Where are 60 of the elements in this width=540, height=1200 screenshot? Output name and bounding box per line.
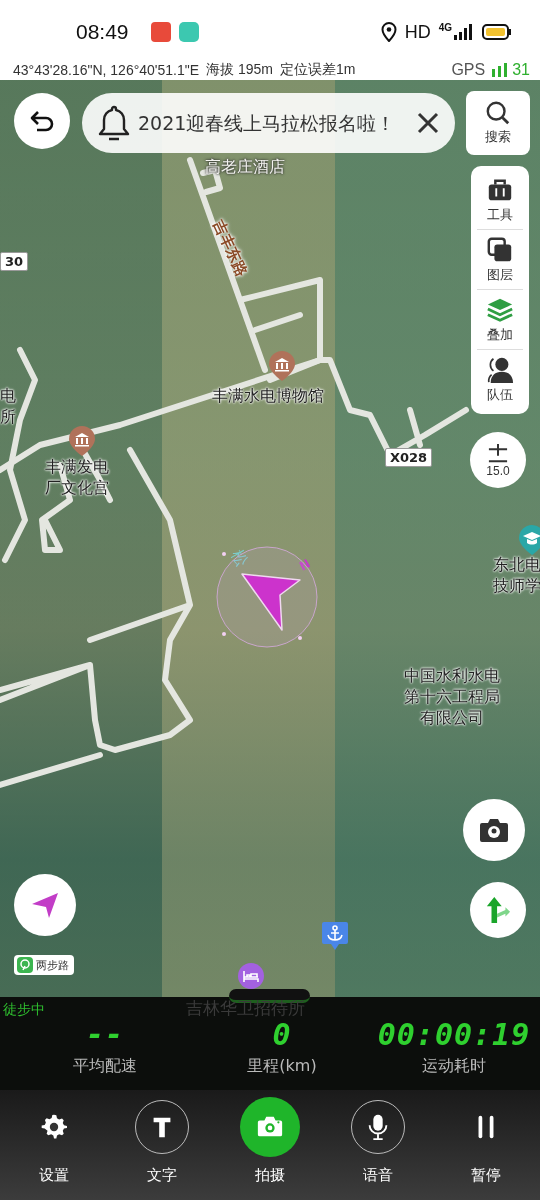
back-icon (29, 110, 55, 132)
person-icon (486, 356, 514, 384)
map-label: 中国水利水电 第十六工程局 有限公司 (404, 665, 500, 728)
zoom-button[interactable]: 15.0 (470, 432, 526, 488)
back-button[interactable] (14, 93, 70, 149)
search-icon (485, 100, 511, 126)
metric-label: 运动耗时 (422, 1056, 486, 1077)
direction-button[interactable] (470, 882, 526, 938)
accuracy-text: 定位误差1m (280, 61, 356, 79)
tool-button[interactable]: 图层 (477, 230, 523, 290)
layers-icon (486, 235, 514, 264)
gps-signal-icon (492, 63, 509, 77)
map-label: 电 所 (0, 385, 16, 427)
announcement-text: 2021迎春线上马拉松报名啦！ (138, 110, 397, 136)
activity-status: 徒步中 (2, 1000, 45, 1018)
toolbar-button[interactable]: 设置 (9, 1100, 99, 1185)
search-button[interactable]: 搜索 (466, 91, 530, 155)
toolbar-button[interactable]: 文字 (117, 1100, 207, 1185)
road-name: 吉丰东路 (208, 216, 253, 281)
network-type: 4G (438, 22, 452, 33)
metric-label: 平均配速 (73, 1056, 137, 1077)
tool-button[interactable]: 工具 (477, 170, 523, 230)
turn-arrow-icon (485, 895, 511, 925)
close-icon (417, 112, 439, 134)
toolbar-button[interactable]: 暂停 (441, 1100, 531, 1185)
road-number-plate: 30 (0, 252, 29, 271)
clock-time: 08:49 (76, 20, 129, 44)
signal-icon (454, 24, 474, 40)
chat-app-icon (178, 22, 199, 42)
tool-button[interactable]: 叠加 (477, 290, 523, 350)
navigation-arrow-icon (30, 890, 60, 920)
bell-icon (98, 104, 130, 142)
brand-name: 两步路 (36, 957, 69, 973)
tool-button[interactable]: 队伍 (477, 350, 523, 410)
battery-icon (482, 24, 512, 40)
metric-value: 0 (272, 1018, 292, 1052)
coordinates-text: 43°43'28.16"N, 126°40'51.1"E (13, 62, 200, 78)
north-indicator: N (295, 555, 314, 576)
school-pin-icon (518, 524, 540, 556)
news-app-icon (150, 22, 171, 42)
toolbar-button[interactable]: 语音 (333, 1100, 423, 1185)
toolbar-button[interactable]: 拍摄 (225, 1100, 315, 1185)
gear-icon (40, 1113, 68, 1141)
hd-indicator: HD (404, 21, 431, 43)
museum-pin-icon (268, 350, 296, 382)
anchor-pin-icon (321, 920, 349, 952)
location-pin-icon (380, 22, 397, 42)
altitude-text: 海拔 195m (206, 61, 273, 79)
announcement-banner[interactable]: 2021迎春线上马拉松报名啦！ (82, 93, 455, 153)
camera-icon (479, 817, 509, 843)
metric-value: -- (85, 1018, 125, 1052)
metric-label: 里程(km) (247, 1056, 317, 1077)
metric-value: 00:00:19 (377, 1018, 531, 1052)
map-label: 东北电 技师学 (493, 554, 540, 596)
road-number-plate: X028 (385, 448, 433, 467)
museum-pin-icon (68, 425, 96, 457)
gps-label: GPS (451, 61, 486, 79)
plus-minus-icon (487, 442, 509, 463)
satellite-count: 31 (512, 61, 530, 79)
map-label: 松 (226, 546, 254, 571)
